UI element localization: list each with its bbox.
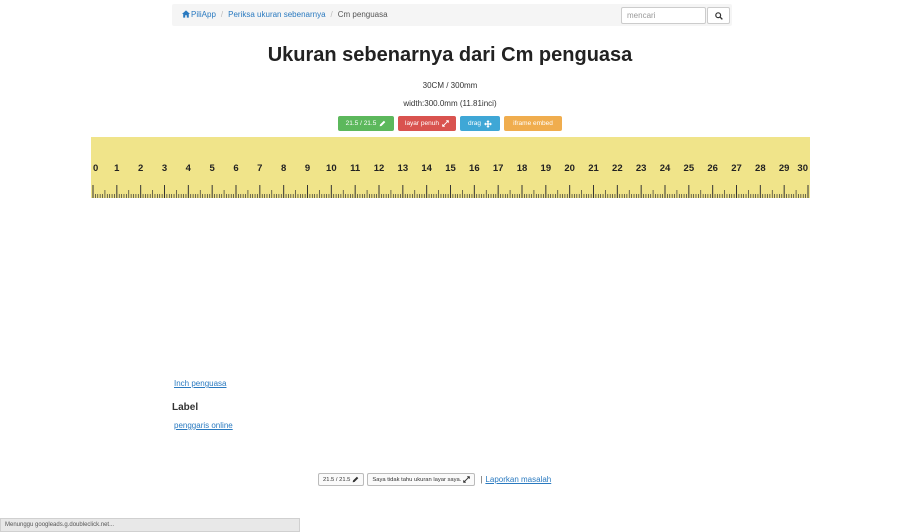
- footer-separator: |: [480, 475, 483, 484]
- page-title: Ukuran sebenarnya dari Cm penguasa: [267, 44, 633, 66]
- browser-status-bar: Menunggu googleads.g.doubleclick.net...: [0, 518, 300, 532]
- ruler-number: 17: [493, 163, 504, 174]
- ruler-number: 30: [797, 163, 808, 174]
- ruler-number: 0: [93, 163, 98, 174]
- ruler-number: 21: [588, 163, 599, 174]
- size-label: 30CM / 300mm: [422, 81, 478, 90]
- ruler-number: 25: [684, 163, 695, 174]
- inch-ruler-link[interactable]: Inch penguasa: [174, 379, 227, 388]
- expand-icon: [463, 476, 471, 483]
- ruler-number: 9: [305, 163, 310, 174]
- ruler-number: 8: [281, 163, 286, 174]
- breadcrumb-home-link[interactable]: PiliApp: [191, 10, 216, 19]
- ruler-number: 16: [469, 163, 480, 174]
- online-ruler-link[interactable]: penggaris online: [174, 421, 233, 430]
- ruler-number: 5: [210, 163, 216, 174]
- footer-controls: 21.5 / 21.5 Saya tidak tahu ukuran layar…: [318, 473, 551, 486]
- breadcrumb-check-size-link[interactable]: Periksa ukuran sebenarnya: [228, 10, 325, 19]
- ruler-number: 3: [162, 163, 167, 174]
- search-icon: [714, 11, 723, 20]
- pencil-icon: [380, 120, 386, 127]
- scale-button-label: 21.5 / 21.5: [345, 120, 377, 127]
- iframe-embed-button-label: iframe embed: [513, 120, 553, 127]
- ruler-number: 12: [374, 163, 385, 174]
- iframe-embed-button[interactable]: iframe embed: [504, 116, 562, 131]
- ruler-number: 20: [564, 163, 575, 174]
- ruler-number: 15: [445, 163, 456, 174]
- ruler-number: 2: [138, 163, 143, 174]
- ruler-number: 6: [233, 163, 238, 174]
- ruler-number: 23: [636, 163, 647, 174]
- drag-button[interactable]: drag: [460, 116, 500, 131]
- report-problem-link[interactable]: Laporkan masalah: [485, 475, 551, 484]
- ruler-number: 19: [541, 163, 552, 174]
- label-heading: Label: [172, 402, 199, 413]
- ruler-number: 10: [326, 163, 337, 174]
- expand-icon: [442, 120, 449, 127]
- move-icon: [484, 119, 492, 128]
- search-input[interactable]: [621, 7, 706, 24]
- unknown-screen-size-button[interactable]: Saya tidak tahu ukuran layar saya.: [367, 473, 476, 486]
- width-label: width:300.0mm (11.81inci): [403, 99, 497, 108]
- fullscreen-button-label: layar penuh: [405, 120, 439, 127]
- ruler-number: 18: [517, 163, 528, 174]
- ruler-number: 24: [660, 163, 671, 174]
- scale-button[interactable]: 21.5 / 21.5: [338, 116, 394, 131]
- footer-scale-button[interactable]: 21.5 / 21.5: [318, 473, 365, 486]
- ruler-number: 7: [257, 163, 262, 174]
- ruler-number: 29: [779, 163, 790, 174]
- ruler-number: 26: [707, 163, 718, 174]
- drag-button-label: drag: [467, 120, 481, 127]
- ruler-number: 27: [731, 163, 742, 174]
- ruler-number: 4: [186, 163, 192, 174]
- ruler-number: 13: [398, 163, 409, 174]
- breadcrumb-current: Cm penguasa: [337, 10, 388, 19]
- pencil-icon: [353, 476, 359, 483]
- ruler-number: 28: [755, 163, 766, 174]
- ruler-number: 14: [421, 163, 432, 174]
- fullscreen-button[interactable]: layar penuh: [398, 116, 456, 131]
- ruler-number: 22: [612, 163, 623, 174]
- ruler-number: 1: [114, 163, 120, 174]
- breadcrumb: PiliApp / Periksa ukuran sebenarnya / Cm pen…: [182, 10, 388, 19]
- unknown-screen-size-label: Saya tidak tahu ukuran layar saya.: [372, 476, 462, 483]
- breadcrumb-bar: PiliApp / Periksa ukuran sebenarnya / Cm pen…: [172, 4, 732, 26]
- cm-ruler[interactable]: 0 1 2 3 4 5 6 7 8 9 10 11 12 13 14 15 16 17 18 19 20 21 22 23 24…: [91, 137, 810, 198]
- ruler-controls: 21.5 / 21.5 layar penuh drag iframe embe…: [0, 116, 900, 131]
- ruler-number: 11: [350, 163, 361, 174]
- ruler-scale: 0 1 2 3 4 5 6 7 8 9 10 11 12 13 14 15 16 17 18 19 20 21 22 23 24…: [92, 163, 809, 198]
- search-button[interactable]: [707, 7, 730, 24]
- home-icon: [182, 10, 190, 18]
- breadcrumb-separator: /: [330, 10, 333, 19]
- breadcrumb-separator: /: [220, 10, 224, 19]
- footer-scale-button-label: 21.5 / 21.5: [323, 476, 351, 483]
